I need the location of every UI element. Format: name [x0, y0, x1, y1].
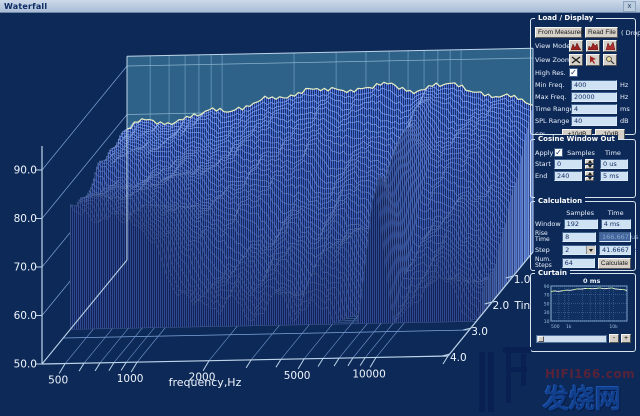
calc-time-header: Time — [600, 209, 631, 217]
min-freq-label: Min Freq. — [535, 81, 568, 89]
view-mode-waterfall-icon[interactable] — [569, 40, 583, 52]
cw-start-input[interactable]: 0 — [554, 159, 582, 169]
max-freq-label: Max Freq. — [535, 93, 568, 101]
read-file-button[interactable]: Read File — [585, 27, 618, 38]
svg-text:10000: 10000 — [352, 368, 385, 380]
max-freq-input[interactable]: 20000 — [571, 92, 617, 102]
time-range-unit: ms — [620, 105, 630, 113]
svg-text:10: 10 — [544, 319, 550, 325]
apply-checkbox[interactable]: ✓ — [554, 148, 563, 157]
spin-down-icon[interactable] — [585, 165, 594, 170]
svg-text:50.0: 50.0 — [14, 359, 37, 371]
curtain-plus-button[interactable]: + — [621, 334, 631, 343]
svg-text:500: 500 — [48, 375, 68, 387]
calculation-group: Calculation Samples Time Window 192 4 ms… — [530, 201, 636, 271]
load-display-title: Load / Display — [535, 14, 596, 22]
time-range-label: Time Range — [535, 105, 568, 113]
view-mode-surface-icon[interactable] — [586, 40, 600, 52]
view-mode-label: View Mode — [535, 42, 566, 50]
cw-start-time: 0 us — [600, 159, 628, 169]
svg-text:2.0: 2.0 — [493, 300, 510, 312]
window-title: Waterfall — [4, 2, 47, 11]
calc-num-steps-input[interactable]: 64 — [562, 258, 595, 268]
spl-range-label: SPL Range — [535, 117, 568, 125]
cw-samples-header: Samples — [566, 149, 596, 157]
waterfall-window: { "window": { "title": "Waterfall", "clo… — [0, 0, 640, 416]
view-zoom-label: View Zoom — [535, 56, 566, 64]
svg-text:3.0: 3.0 — [471, 326, 488, 338]
spl-range-unit: dB — [620, 117, 629, 125]
calc-rise-time-label: Rise Time — [535, 231, 559, 243]
svg-text:5000: 5000 — [284, 370, 311, 382]
curtain-slider-thumb[interactable] — [538, 336, 544, 342]
zoom-reset-icon[interactable] — [569, 54, 583, 66]
curtain-group: Curtain 0 ms 90705030105001k10k - + — [530, 273, 636, 352]
calculate-button[interactable]: Calculate — [598, 258, 631, 269]
svg-text:50: 50 — [544, 301, 550, 307]
min-freq-unit: Hz — [620, 81, 628, 89]
calc-num-steps-label: Num. Steps — [535, 257, 559, 269]
cw-end-input[interactable]: 240 — [554, 171, 582, 181]
svg-text:frequency,Hz: frequency,Hz — [169, 376, 242, 389]
svg-text:90: 90 — [544, 284, 550, 290]
zoom-select-icon[interactable] — [586, 54, 600, 66]
spin-up-icon[interactable] — [585, 159, 594, 164]
curtain-minus-button[interactable]: - — [609, 334, 619, 343]
cw-start-spinner[interactable] — [585, 159, 594, 169]
curtain-mini-chart: 90 70 50 30 10500 1k 10k — [539, 284, 635, 331]
cw-end-label: End — [535, 172, 551, 180]
calc-step-label: Step — [535, 246, 559, 254]
control-panel: Load / Display From Measured Read File (… — [529, 15, 638, 353]
apply-label: Apply — [535, 149, 551, 157]
calc-step-select[interactable]: 2 — [562, 245, 596, 255]
calc-window-time: 4 ms — [601, 219, 631, 229]
cw-time-header: Time — [605, 149, 621, 157]
svg-text:1k: 1k — [566, 324, 572, 330]
curtain-slider[interactable] — [536, 335, 607, 343]
calc-rise-time-input[interactable]: 8 — [562, 232, 596, 242]
cw-end-spinner[interactable] — [585, 171, 594, 181]
max-freq-unit: Hz — [620, 93, 628, 101]
svg-text:90.0: 90.0 — [14, 165, 37, 177]
cw-start-label: Start — [535, 160, 551, 168]
cosine-window-group: Cosine Window Out Apply ✓ Samples Time S… — [530, 139, 636, 198]
high-res-label: High Res. — [535, 69, 566, 77]
curtain-title: Curtain — [535, 269, 570, 277]
close-icon[interactable]: x — [623, 1, 636, 12]
spin-up-icon[interactable] — [585, 171, 594, 176]
from-measured-button[interactable]: From Measured — [535, 27, 582, 38]
view-mode-rotated-icon[interactable] — [603, 40, 617, 52]
spl-range-input[interactable]: 40 — [571, 116, 617, 126]
svg-text:500: 500 — [551, 324, 560, 330]
svg-text:1.0: 1.0 — [514, 274, 531, 286]
title-bar[interactable]: Waterfall x — [0, 0, 640, 13]
cw-end-time: 5 ms — [600, 171, 628, 181]
high-res-checkbox[interactable]: ✓ — [569, 68, 578, 77]
calc-window-label: Window — [535, 220, 561, 228]
min-freq-input[interactable]: 400 — [571, 80, 617, 90]
time-range-input[interactable]: 4 — [571, 104, 617, 114]
svg-text:70: 70 — [544, 293, 550, 299]
svg-text:10k: 10k — [609, 324, 618, 330]
cosine-window-title: Cosine Window Out — [535, 135, 618, 143]
dropdown-arrow-icon[interactable] — [586, 246, 595, 254]
svg-text:70.0: 70.0 — [14, 262, 37, 274]
svg-text:Tin: Tin — [514, 300, 531, 312]
calc-rise-time-value: 166.667 us — [599, 232, 631, 242]
calc-step-time: 41.6667 us — [599, 245, 631, 255]
calc-window-input[interactable]: 192 — [564, 219, 598, 229]
svg-text:60.0: 60.0 — [14, 310, 37, 322]
drop-label: ( Drop ) — [621, 29, 640, 37]
calculation-title: Calculation — [535, 197, 585, 205]
spin-down-icon[interactable] — [585, 177, 594, 182]
calc-samples-header: Samples — [563, 209, 597, 217]
zoom-magnifier-icon[interactable] — [603, 54, 617, 66]
svg-text:80.0: 80.0 — [14, 213, 37, 225]
svg-text:1000: 1000 — [117, 373, 144, 385]
svg-text:4.0: 4.0 — [450, 352, 467, 364]
svg-text:30: 30 — [544, 310, 550, 316]
load-display-group: Load / Display From Measured Read File (… — [530, 18, 636, 135]
